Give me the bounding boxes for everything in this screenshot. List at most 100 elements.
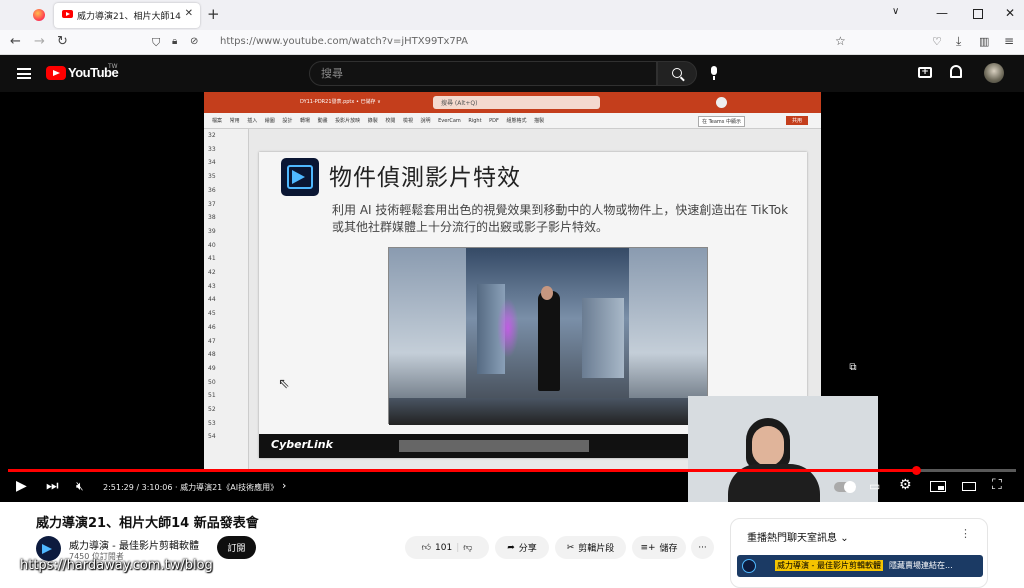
- ppt-ribbon-tab: 投影片放映: [335, 118, 368, 124]
- youtube-logo-icon[interactable]: [46, 66, 66, 80]
- more-actions-icon[interactable]: ···: [691, 536, 714, 559]
- subtitles-icon[interactable]: ▭: [869, 479, 880, 493]
- browser-tab-strip: 威力導演21、相片大師14 新品... ✕ + ∨ — ✕: [0, 0, 1024, 30]
- account-avatar[interactable]: [984, 63, 1004, 83]
- search-button[interactable]: [657, 61, 697, 86]
- create-video-icon[interactable]: +: [918, 67, 932, 78]
- tab-close-icon[interactable]: ✕: [185, 8, 193, 19]
- ppt-ribbon-tab: 動畫: [317, 118, 336, 124]
- like-icon[interactable]: 👍︎: [422, 543, 431, 553]
- tab-title: 威力導演21、相片大師14 新品...: [77, 12, 183, 22]
- downloads-icon[interactable]: ⤓: [956, 34, 961, 49]
- ppt-row-number: 38: [208, 214, 216, 222]
- chat-avatar: [742, 559, 756, 573]
- like-count[interactable]: 101: [435, 543, 452, 553]
- region-label: TW: [108, 63, 118, 70]
- forward-icon[interactable]: →: [34, 34, 45, 49]
- progress-bar[interactable]: [8, 466, 1016, 475]
- sidebar-icon[interactable]: ▥: [979, 35, 989, 48]
- permissions-icon[interactable]: ⊘: [190, 36, 198, 47]
- share-icon: ➦: [507, 542, 515, 553]
- ppt-ribbon-tab: Right PDF: [468, 118, 507, 124]
- window-close-icon[interactable]: ✕: [1005, 6, 1015, 20]
- minimize-icon[interactable]: —: [936, 6, 948, 20]
- time-display: 2:51:29 / 3:10:06 · 威力導演21《AI技術應用》: [103, 483, 279, 492]
- ppt-search-box: 搜尋 (Alt+Q): [433, 96, 600, 109]
- notifications-bell-icon[interactable]: [950, 65, 962, 78]
- channel-name[interactable]: 威力導演 - 最佳影片剪輯軟體: [69, 537, 199, 552]
- ppt-row-number: 40: [208, 241, 216, 249]
- ppt-row-number: 41: [208, 255, 216, 263]
- dislike-icon[interactable]: 👎︎: [463, 543, 472, 553]
- menu-icon[interactable]: ≡: [1004, 34, 1014, 48]
- ppt-ribbon-tabs: 檔案 常用 插入 繪圖 設計 轉場 動畫 投影片放映 錄製 校閱 檢視 說明 E…: [212, 117, 544, 124]
- ppt-ribbon-tab: 繪圖: [264, 118, 283, 124]
- mute-icon[interactable]: 🔇︎: [76, 479, 84, 494]
- powerdirector-logo-icon: [281, 158, 319, 196]
- reload-icon[interactable]: ↻: [57, 34, 68, 49]
- subscribe-button[interactable]: 訂閱: [217, 536, 256, 559]
- ppt-row-number: 46: [208, 323, 216, 331]
- chat-more-icon[interactable]: ⋮: [960, 527, 971, 540]
- voice-search-icon[interactable]: [710, 66, 718, 80]
- lock-icon[interactable]: 🔒︎: [172, 36, 177, 47]
- firefox-icon[interactable]: [33, 9, 45, 21]
- ppt-row-number: 47: [208, 337, 216, 345]
- blog-watermark: https://hardaway.com.tw/blog: [20, 558, 213, 573]
- video-title: 威力導演21、相片大師14 新品發表會: [36, 516, 259, 531]
- clip-label: 剪輯片段: [578, 544, 615, 554]
- hamburger-menu-icon[interactable]: [17, 68, 31, 79]
- play-icon[interactable]: ▶: [16, 478, 27, 494]
- ppt-title-bar: 搜尋 (Alt+Q) DY11-PDR21發表.pptx • 已儲存 ∨: [204, 92, 821, 113]
- ppt-ribbon-tab: EverCam: [438, 118, 469, 124]
- browser-tab[interactable]: 威力導演21、相片大師14 新品... ✕: [54, 3, 200, 28]
- chevron-down-icon: ⌄: [840, 533, 849, 544]
- autoplay-toggle[interactable]: [834, 481, 856, 493]
- chat-header[interactable]: 重播熱門聊天室訊息 ⌄: [747, 529, 849, 544]
- miniplayer-icon[interactable]: [930, 481, 946, 492]
- ppt-row-number: 36: [208, 186, 216, 194]
- ppt-row-number: 48: [208, 351, 216, 359]
- progress-fill: [8, 469, 918, 472]
- ppt-row-number: 35: [208, 173, 216, 181]
- clip-button[interactable]: ✂ 剪輯片段: [555, 536, 626, 559]
- chat-banner-text: 隱藏賣場連結在...: [889, 561, 953, 570]
- next-icon[interactable]: ⏭: [46, 478, 59, 494]
- address-bar[interactable]: https://www.youtube.com/watch?v=jHTX99Tx…: [210, 34, 850, 51]
- ppt-row-number: 52: [208, 406, 216, 413]
- bookmark-star-icon[interactable]: ☆: [835, 34, 846, 48]
- back-icon[interactable]: ←: [10, 34, 21, 49]
- pocket-icon[interactable]: ♡: [932, 35, 942, 48]
- youtube-header: YouTube TW +: [0, 55, 1024, 92]
- browser-nav-bar: ← → ↻ ⛉ 🔒︎ ⊘ https://www.youtube.com/wat…: [0, 30, 1024, 55]
- save-button[interactable]: ≡+ 儲存: [632, 536, 686, 559]
- tab-list-chevron-icon[interactable]: ∨: [892, 6, 899, 17]
- theater-mode-icon[interactable]: [962, 482, 976, 491]
- search-box[interactable]: [309, 61, 657, 86]
- live-chat-replay: 重播熱門聊天室訊息 ⌄ ⋮ 威力導演 - 最佳影片剪輯軟體 隱藏賣場連結在...: [730, 518, 988, 588]
- new-tab-icon[interactable]: +: [207, 5, 220, 23]
- maximize-icon[interactable]: [973, 9, 983, 19]
- chapter-chevron-icon[interactable]: ›: [282, 479, 286, 492]
- slide-title: 物件偵測影片特效: [329, 165, 521, 191]
- playlist-add-icon: ≡+: [640, 542, 656, 553]
- fullscreen-icon[interactable]: ⛶: [992, 477, 1002, 493]
- ppt-row-number: 42: [208, 269, 216, 276]
- ppt-ribbon-tab: 檔案: [212, 118, 230, 124]
- search-input[interactable]: [321, 67, 641, 80]
- ppt-ribbon: 檔案 常用 插入 繪圖 設計 轉場 動畫 投影片放映 錄製 校閱 檢視 說明 E…: [204, 113, 821, 129]
- ppt-row-numbers: 32 33 34 35 36 37 38 39 40 41 42 43 44 45 46 47 48 49 50 51…: [204, 129, 249, 469]
- ppt-share-button: 共用: [786, 116, 809, 125]
- video-player[interactable]: 搜尋 (Alt+Q) DY11-PDR21發表.pptx • 已儲存 ∨ 檔案 …: [0, 92, 1024, 502]
- ppt-ribbon-tab: 檢視: [402, 118, 421, 124]
- ppt-row-number: 49: [208, 364, 216, 372]
- share-button[interactable]: ➦ 分享: [495, 536, 549, 559]
- ppt-row-number: 37: [208, 200, 216, 208]
- ppt-ribbon-tab: 校閱: [385, 118, 403, 124]
- settings-gear-icon[interactable]: ⚙: [899, 477, 912, 493]
- cards-icon[interactable]: ⧉: [843, 358, 863, 378]
- shield-icon[interactable]: ⛉: [152, 36, 160, 50]
- chat-banner-author: 威力導演 - 最佳影片剪輯軟體: [775, 560, 883, 571]
- chat-pinned-banner[interactable]: 威力導演 - 最佳影片剪輯軟體 隱藏賣場連結在...: [737, 555, 983, 577]
- slide-video-frame: [388, 247, 709, 425]
